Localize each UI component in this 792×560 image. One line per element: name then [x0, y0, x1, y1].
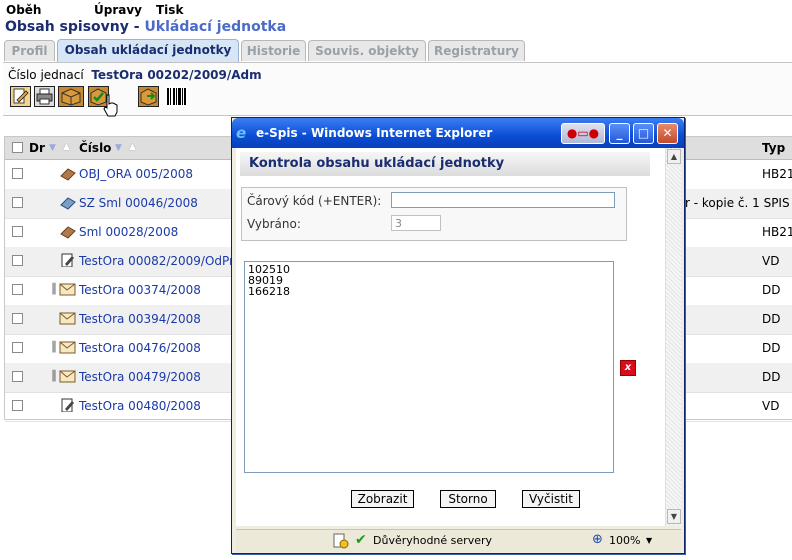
cislo-jednaci: Číslo jednací TestOra 00202/2009/Adm [8, 68, 262, 82]
row-typ: VD [762, 399, 780, 413]
scroll-down-icon[interactable]: ▼ [667, 509, 681, 524]
popup-window-title: e-Spis - Windows Internet Explorer [256, 126, 493, 140]
row-cislo-link[interactable]: TestOra 00480/2008 [79, 399, 201, 413]
tab-historie[interactable]: Historie [241, 40, 306, 61]
clear-icon[interactable]: x [620, 360, 636, 376]
status-trusted-zone: Důvěryhodné servery [373, 534, 493, 547]
row-cislo-link[interactable]: TestOra 00476/2008 [79, 341, 201, 355]
envelope-icon [59, 370, 76, 383]
paperclip-icon: ∥ [51, 281, 57, 295]
zobrazit-button[interactable]: Zobrazit [351, 490, 414, 508]
codes-textarea[interactable]: 102510 89019 166218 [244, 261, 614, 473]
document-edit-icon [61, 398, 74, 412]
popup-scrollbar[interactable]: ▲ ▼ [665, 148, 681, 526]
barcode-label: Čárový kód (+ENTER): [247, 194, 382, 208]
menu-tisk[interactable]: Tisk [156, 3, 183, 17]
popup-content: Kontrola obsahu ukládací jednotky Čárový… [236, 148, 681, 526]
sort-asc-icon[interactable]: ▲ [63, 142, 70, 152]
barcode-icon[interactable] [166, 86, 187, 107]
menu-upravy[interactable]: Úpravy [94, 3, 142, 17]
row-cislo-link[interactable]: TestOra 00374/2008 [79, 283, 201, 297]
zoom-dropdown-icon[interactable]: ▼ [646, 536, 652, 545]
row-cislo-link[interactable]: TestOra 00479/2008 [79, 370, 201, 384]
row-cislo-link[interactable]: TestOra 00394/2008 [79, 312, 201, 326]
row-checkbox[interactable] [12, 313, 23, 324]
tab-profil[interactable]: Profil [4, 40, 55, 61]
row-typ: r - kopie č. 1 SPIS [685, 196, 790, 210]
row-checkbox[interactable] [12, 284, 23, 295]
row-checkbox[interactable] [12, 371, 23, 382]
paperclip-icon: ∥ [51, 339, 57, 353]
column-cislo[interactable]: Číslo [79, 141, 111, 155]
record-icon[interactable]: ●▭● [561, 123, 605, 144]
status-bar: ✔ Důvěryhodné servery ⊕ 100% ▼ [236, 529, 681, 552]
select-all-checkbox[interactable] [12, 142, 23, 153]
input-panel: Čárový kód (+ENTER): Vybráno: [241, 187, 627, 241]
package-icon[interactable] [58, 86, 84, 107]
print-icon[interactable] [34, 86, 55, 107]
vybrano-field [391, 215, 441, 231]
checkmark-icon: ✔ [355, 532, 367, 548]
row-typ: DD [762, 370, 781, 384]
row-cislo-link[interactable]: Sml 00028/2008 [79, 225, 178, 239]
row-typ: VD [762, 254, 780, 268]
row-cislo-link[interactable]: OBJ_ORA 005/2008 [79, 167, 193, 181]
cislo-jednaci-label: Číslo jednací [8, 68, 84, 82]
tab-obsah-ukladaci-jednotky[interactable]: Obsah ukládací jednotky [57, 39, 239, 62]
zoom-level[interactable]: 100% [609, 534, 640, 547]
popup-titlebar[interactable]: e e-Spis - Windows Internet Explorer ●▭●… [232, 118, 684, 148]
vycistit-button[interactable]: Vyčistit [522, 490, 580, 508]
hand-cursor-icon [103, 94, 118, 117]
sort-desc-icon[interactable]: ▼ [49, 143, 56, 153]
sort-desc-icon[interactable]: ▼ [115, 143, 122, 153]
package-move-icon[interactable] [138, 86, 159, 107]
storno-button[interactable]: Storno [440, 490, 496, 508]
row-checkbox[interactable] [12, 168, 23, 179]
close-button[interactable]: ✕ [657, 123, 678, 144]
column-dr[interactable]: Dr [29, 141, 45, 155]
row-typ: HB21 [762, 167, 792, 181]
folder-brown-icon [60, 168, 76, 181]
envelope-icon [59, 312, 76, 325]
column-typ[interactable]: Typ [762, 141, 785, 155]
row-checkbox[interactable] [12, 342, 23, 353]
menu-obeh[interactable]: Oběh [6, 3, 41, 17]
row-checkbox[interactable] [12, 197, 23, 208]
row-cislo-link[interactable]: TestOra 00082/2009/OdPr/ [79, 254, 238, 268]
cislo-jednaci-value: TestOra 00202/2009/Adm [91, 68, 262, 82]
security-page-icon [333, 533, 349, 549]
folder-brown-icon [60, 226, 76, 239]
envelope-icon [59, 283, 76, 296]
page-title: Obsah spisovny - Ukládací jednotka [5, 19, 286, 35]
scroll-up-icon[interactable]: ▲ [667, 149, 681, 164]
row-typ: DD [762, 341, 781, 355]
page-subtitle: Ukládací jednotka [144, 19, 287, 35]
zoom-icon: ⊕ [592, 532, 603, 547]
sort-asc-icon[interactable]: ▲ [129, 142, 136, 152]
paperclip-icon: ∥ [51, 368, 57, 382]
minimize-button[interactable]: _ [609, 123, 630, 144]
row-cislo-link[interactable]: SZ Sml 00046/2008 [79, 196, 198, 210]
row-typ: DD [762, 283, 781, 297]
edit-icon[interactable] [10, 86, 31, 107]
popup-window: e e-Spis - Windows Internet Explorer ●▭●… [231, 117, 685, 554]
row-checkbox[interactable] [12, 400, 23, 411]
page-title-separator: - [128, 19, 145, 35]
row-typ: DD [762, 312, 781, 326]
row-checkbox[interactable] [12, 226, 23, 237]
row-typ: HB21 [762, 225, 792, 239]
vybrano-label: Vybráno: [247, 217, 301, 231]
barcode-input[interactable] [391, 192, 615, 208]
internet-explorer-icon: e [236, 124, 247, 142]
folder-blue-icon [60, 197, 76, 210]
page-title-main: Obsah spisovny [5, 19, 129, 35]
tab-registratury[interactable]: Registratury [428, 40, 525, 61]
document-edit-icon [61, 253, 74, 267]
row-checkbox[interactable] [12, 255, 23, 266]
popup-header: Kontrola obsahu ukládací jednotky [240, 152, 650, 176]
tab-souvis-objekty[interactable]: Souvis. objekty [308, 40, 426, 61]
maximize-button[interactable]: □ [633, 123, 654, 144]
envelope-icon [59, 341, 76, 354]
